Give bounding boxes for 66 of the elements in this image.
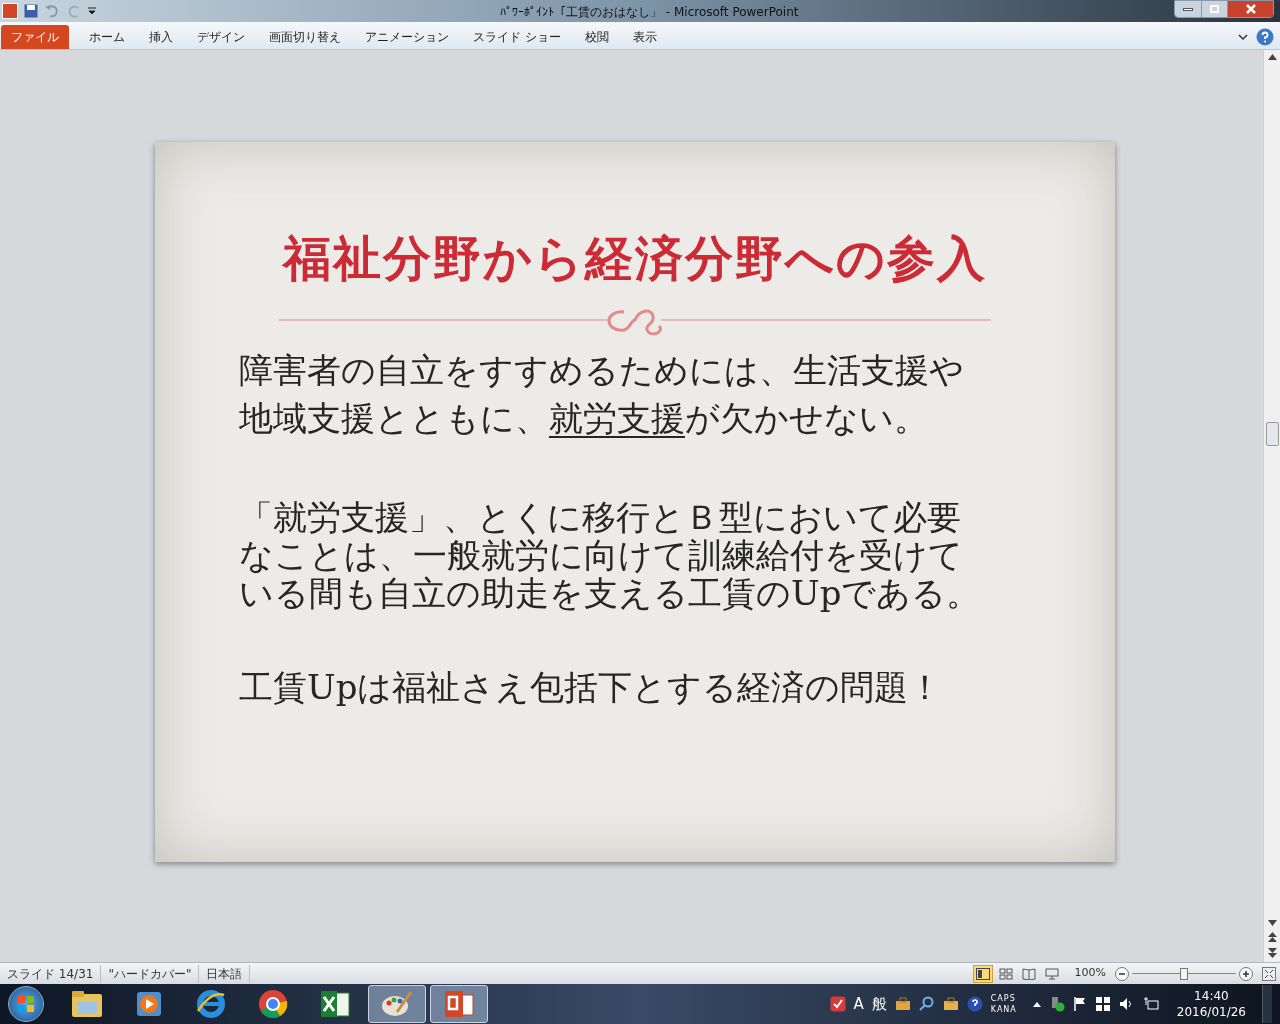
kana-indicator: KANA (990, 1004, 1017, 1015)
scroll-up-icon[interactable] (1267, 54, 1277, 60)
window-title: ﾊﾟﾜｰﾎﾟｲﾝﾄ「工賃のおはなし」 - Microsoft PowerPoint (500, 4, 799, 21)
fit-to-window-icon[interactable] (1262, 966, 1276, 981)
close-icon (1245, 4, 1256, 14)
zoom-out-icon[interactable] (1115, 966, 1129, 981)
help-icon[interactable] (966, 996, 983, 1012)
projector-screen-icon (1044, 967, 1059, 980)
toolbox-icon[interactable] (942, 997, 959, 1011)
clock-date: 2016/01/26 (1176, 1004, 1246, 1020)
spreadsheet-icon (320, 990, 350, 1018)
toolbox-icon[interactable] (894, 997, 911, 1011)
show-hidden-icons-icon[interactable] (1032, 1001, 1041, 1007)
grid-view-icon (998, 967, 1013, 980)
browser-icon (196, 989, 226, 1019)
restore-button[interactable] (1201, 1, 1227, 17)
slide-paragraph: 「就労支援」、とくに移行とＢ型において必要 なことは、一般就労に向けて訓練給付を受けて いる間も自立の助走を支える工賃のUpである。 (239, 498, 982, 612)
scrollbar-thumb[interactable] (1265, 422, 1279, 446)
view-button[interactable] (972, 964, 993, 983)
network-icon[interactable] (1142, 996, 1159, 1012)
windows-logo-icon (17, 995, 35, 1013)
ribbon-tab[interactable]: 画面切り替え (257, 25, 353, 49)
zoom-slider[interactable] (1132, 966, 1236, 981)
windows-logo-icon[interactable] (1094, 996, 1111, 1012)
checkmark-icon[interactable] (829, 996, 846, 1012)
ribbon-tab[interactable]: 挿入 (137, 25, 185, 49)
presentation-icon (444, 990, 474, 1018)
status-text: "ハードカバー" (101, 964, 200, 983)
zoom-in-icon[interactable] (1239, 966, 1253, 981)
file-tab[interactable]: ファイル (1, 25, 69, 49)
scroll-down-icon[interactable] (1267, 920, 1277, 926)
ime-indicator[interactable]: 般 (871, 992, 887, 1016)
magnifier-icon[interactable] (918, 996, 935, 1012)
clock-time: 14:40 (1194, 988, 1229, 1004)
clock[interactable]: 14:40 2016/01/26 (1176, 988, 1246, 1020)
book-icon (1021, 967, 1036, 980)
status-text: 日本語 (199, 964, 251, 983)
minimize-button[interactable] (1175, 1, 1201, 17)
slide-paragraph: 障害者の自立をすすめるためには、生活支援や 地域支援とともに、就労支援が欠かせない。 (239, 349, 965, 440)
previous-slide-icon[interactable] (1267, 932, 1277, 942)
zoom-level[interactable]: 100% (1074, 965, 1106, 982)
start-button[interactable] (8, 986, 44, 1022)
normal-view-icon (975, 967, 990, 980)
save-icon[interactable] (24, 4, 38, 18)
slide-paragraph: 工賃Upは福祉さえ包括下とする経済の問題！ (239, 668, 944, 706)
ribbon-tab[interactable]: デザイン (185, 25, 257, 49)
ime-indicator[interactable]: A (853, 992, 864, 1016)
ribbon-tab[interactable]: スライド ショー (461, 25, 573, 49)
next-slide-icon[interactable] (1267, 948, 1277, 958)
ribbon-tab[interactable]: 表示 (620, 25, 669, 49)
app-icon (2, 3, 18, 19)
ribbon-tab[interactable]: ホーム (77, 25, 137, 49)
folder-icon (71, 990, 103, 1018)
paint-palette-icon (381, 990, 413, 1018)
flag-icon[interactable] (1072, 996, 1087, 1012)
close-button[interactable] (1227, 1, 1273, 17)
caps-indicator: CAPS (990, 993, 1017, 1004)
customize-toolbar-icon[interactable] (88, 7, 96, 15)
chevron-down-icon[interactable] (1238, 33, 1248, 41)
ribbon-tab[interactable]: アニメーション (353, 25, 461, 49)
status-text: スライド 14/31 (0, 964, 102, 983)
ribbon-tab[interactable]: 校閲 (572, 25, 621, 49)
browser-icon (258, 989, 288, 1019)
slide-title: 福祉分野から経済分野への参入 (283, 229, 987, 288)
media-player-icon (135, 990, 163, 1018)
zoom-slider-thumb[interactable] (1180, 967, 1188, 980)
